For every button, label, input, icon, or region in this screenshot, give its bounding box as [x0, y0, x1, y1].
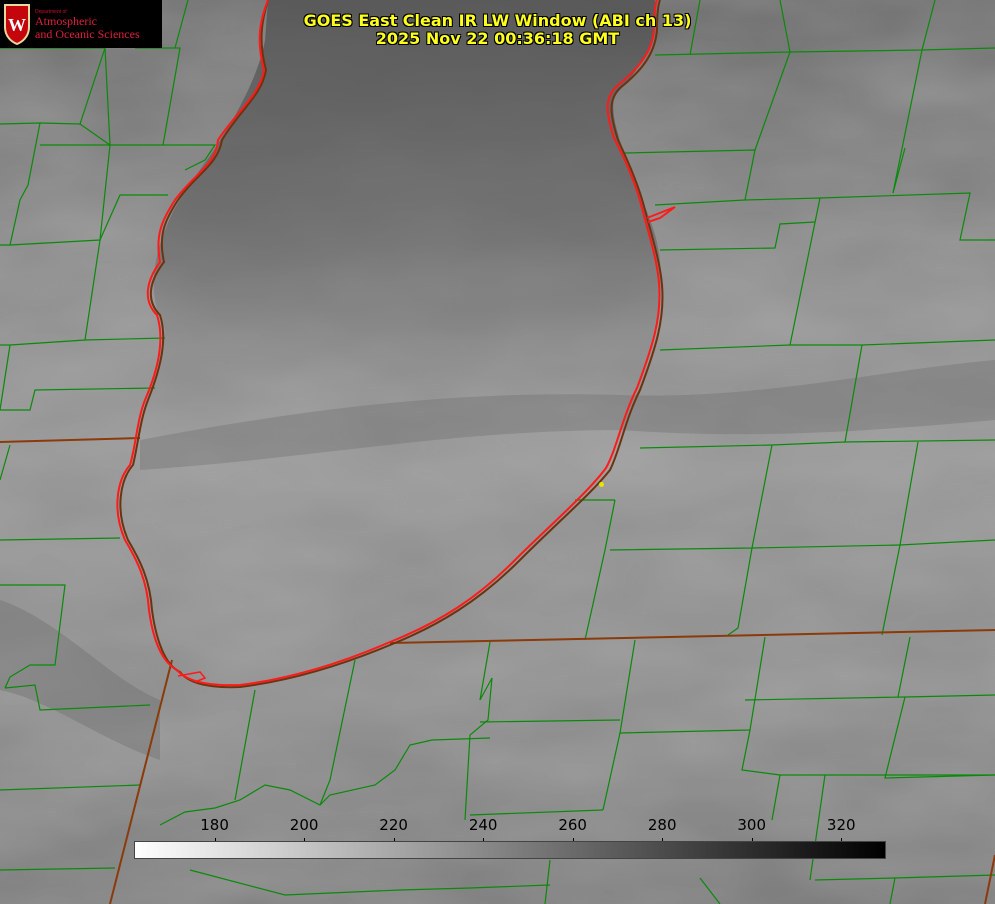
colorbar-tick-280: 280 [647, 816, 677, 834]
colorbar [134, 841, 886, 859]
image-title: GOES East Clean IR LW Window (ABI ch 13) [303, 11, 692, 30]
satellite-map[interactable] [0, 0, 995, 904]
colorbar-tick-180: 180 [200, 816, 229, 834]
colorbar-tick-260: 260 [558, 816, 587, 834]
station-marker [599, 482, 604, 487]
colorbar-tick-200: 200 [289, 816, 319, 834]
image-timestamp: 2025 Nov 22 00:36:18 GMT [375, 29, 620, 48]
colorbar-tick-300: 300 [737, 816, 767, 834]
colorbar-tick-220: 220 [379, 816, 408, 834]
colorbar-tick-240: 240 [468, 816, 498, 834]
colorbar-tick-320: 320 [826, 816, 856, 834]
